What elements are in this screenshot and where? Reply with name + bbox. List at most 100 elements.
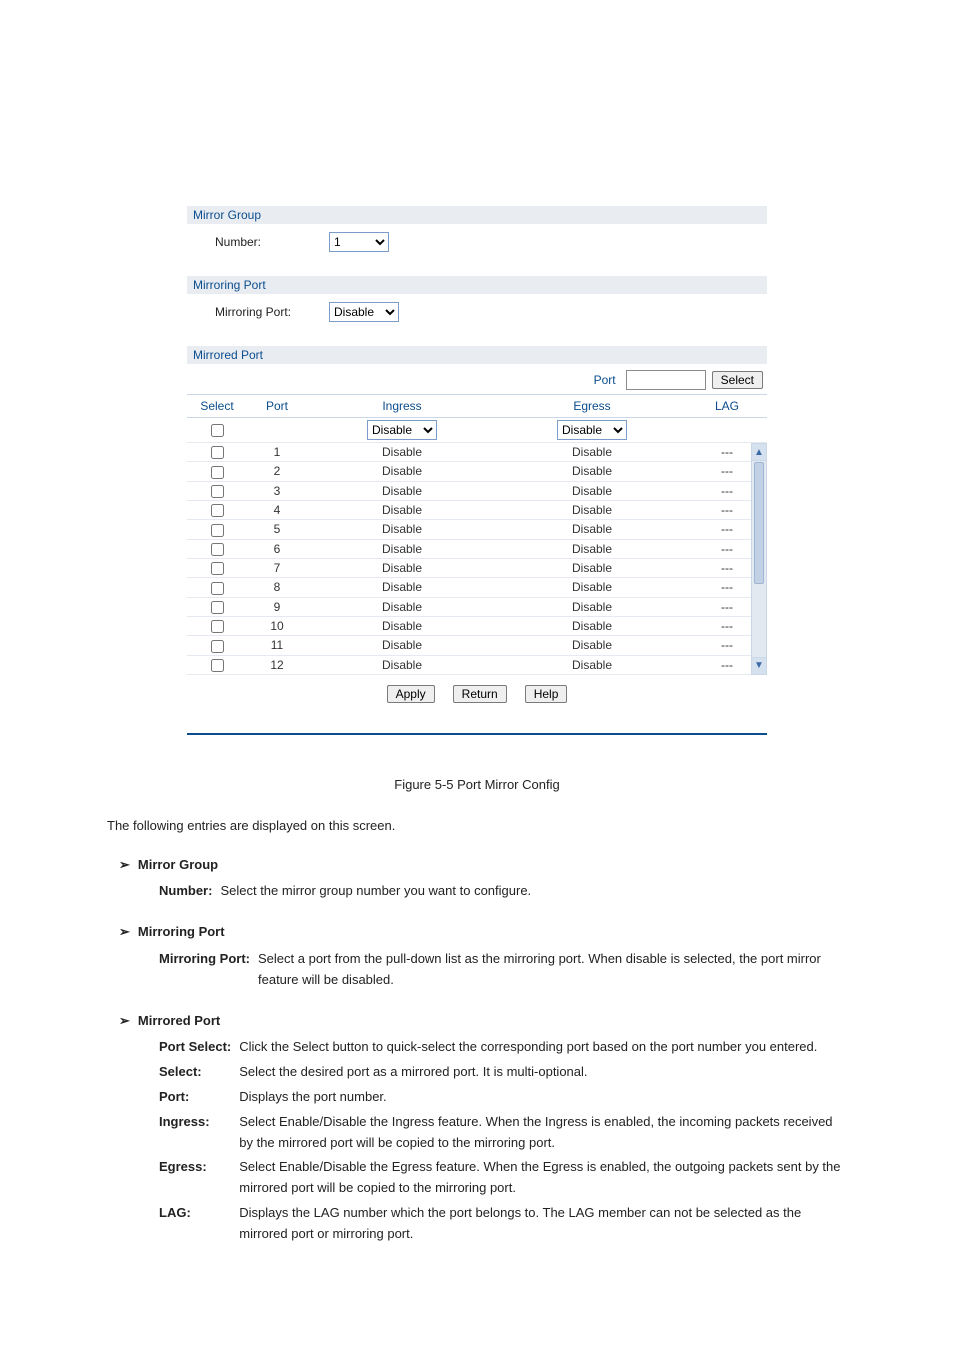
doc-item-key: Egress: <box>159 1155 239 1201</box>
row-select-checkbox[interactable] <box>211 466 224 479</box>
cell-egress: Disable <box>497 520 687 539</box>
header-egress-select[interactable]: Disable <box>557 420 627 440</box>
number-label: Number: <box>215 235 305 249</box>
documentation-text: Figure 5-5 Port Mirror Config The follow… <box>107 775 847 1247</box>
table-row: 12DisableDisable--- <box>187 655 767 674</box>
mirrored-port-table-header: Select Port Ingress Egress LAG Disable D… <box>187 395 767 443</box>
cell-egress: Disable <box>497 616 687 635</box>
doc-item-value: Select Enable/Disable the Ingress featur… <box>239 1110 847 1156</box>
cell-ingress: Disable <box>307 655 497 674</box>
section-mirroring-port: Mirroring Port <box>187 276 767 294</box>
doc-item: Number:Select the mirror group number yo… <box>159 879 531 904</box>
section-mirrored-port: Mirrored Port <box>187 346 767 364</box>
col-ingress: Ingress <box>307 395 497 418</box>
scroll-up-icon[interactable]: ▲ <box>752 444 766 461</box>
doc-item-value: Select a port from the pull-down list as… <box>258 947 847 993</box>
cell-port: 7 <box>247 558 307 577</box>
doc-item-key: LAG: <box>159 1201 239 1247</box>
port-search-label: Port <box>594 373 616 387</box>
cell-egress: Disable <box>497 443 687 462</box>
doc-lead: The following entries are displayed on t… <box>107 816 847 837</box>
row-select-checkbox[interactable] <box>211 582 224 595</box>
number-select[interactable]: 1 <box>329 232 389 252</box>
doc-section: ➢Mirroring PortMirroring Port:Select a p… <box>119 922 847 992</box>
row-select-checkbox[interactable] <box>211 524 224 537</box>
doc-item-key: Port Select: <box>159 1035 239 1060</box>
table-row: 8DisableDisable--- <box>187 578 767 597</box>
cell-egress: Disable <box>497 636 687 655</box>
cell-ingress: Disable <box>307 520 497 539</box>
cell-port: 6 <box>247 539 307 558</box>
bullet-arrow-icon: ➢ <box>119 857 130 872</box>
table-row: 9DisableDisable--- <box>187 597 767 616</box>
row-select-checkbox[interactable] <box>211 543 224 556</box>
vertical-scrollbar[interactable]: ▲ ▼ <box>751 443 767 675</box>
doc-item: Egress:Select Enable/Disable the Egress … <box>159 1155 847 1201</box>
row-select-checkbox[interactable] <box>211 504 224 517</box>
col-select: Select <box>187 395 247 418</box>
cell-port: 10 <box>247 616 307 635</box>
cell-ingress: Disable <box>307 597 497 616</box>
doc-item-key: Number: <box>159 879 220 904</box>
panel-bottom-rule <box>187 733 767 735</box>
row-select-checkbox[interactable] <box>211 446 224 459</box>
col-egress: Egress <box>497 395 687 418</box>
select-button[interactable]: Select <box>712 371 763 389</box>
doc-item: Port Select:Click the Select button to q… <box>159 1035 847 1060</box>
return-button[interactable]: Return <box>453 685 507 703</box>
table-row: 7DisableDisable--- <box>187 558 767 577</box>
table-row: 3DisableDisable--- <box>187 481 767 500</box>
cell-port: 9 <box>247 597 307 616</box>
cell-egress: Disable <box>497 481 687 500</box>
row-select-checkbox[interactable] <box>211 485 224 498</box>
table-row: 5DisableDisable--- <box>187 520 767 539</box>
scroll-down-icon[interactable]: ▼ <box>752 657 766 674</box>
cell-ingress: Disable <box>307 462 497 481</box>
cell-egress: Disable <box>497 539 687 558</box>
doc-item-key: Port: <box>159 1085 239 1110</box>
cell-port: 3 <box>247 481 307 500</box>
doc-item-key: Mirroring Port: <box>159 947 258 993</box>
row-select-checkbox[interactable] <box>211 620 224 633</box>
port-mirror-config-panel: Mirror Group Number: 1 Mirroring Port Mi… <box>187 206 767 735</box>
doc-section: ➢Mirrored Port Port Select:Click the Sele… <box>119 1011 847 1247</box>
doc-item: Port:Displays the port number. <box>159 1085 847 1110</box>
doc-item-value: Displays the port number. <box>239 1085 847 1110</box>
table-row: 4DisableDisable--- <box>187 500 767 519</box>
doc-item-value: Click the Select button to quick-select … <box>239 1035 847 1060</box>
cell-port: 5 <box>247 520 307 539</box>
col-lag: LAG <box>687 395 767 418</box>
header-ingress-select[interactable]: Disable <box>367 420 437 440</box>
row-select-checkbox[interactable] <box>211 659 224 672</box>
cell-egress: Disable <box>497 597 687 616</box>
mirrored-port-table-body: 1DisableDisable---2DisableDisable---3Dis… <box>187 443 767 675</box>
apply-button[interactable]: Apply <box>387 685 435 703</box>
help-button[interactable]: Help <box>525 685 568 703</box>
table-row: 1DisableDisable--- <box>187 443 767 462</box>
port-search-input[interactable] <box>626 370 706 390</box>
cell-port: 1 <box>247 443 307 462</box>
doc-item-value: Displays the LAG number which the port b… <box>239 1201 847 1247</box>
bullet-arrow-icon: ➢ <box>119 924 130 939</box>
doc-section-title: ➢Mirrored Port <box>119 1011 847 1032</box>
cell-port: 11 <box>247 636 307 655</box>
cell-port: 2 <box>247 462 307 481</box>
row-select-checkbox[interactable] <box>211 562 224 575</box>
table-row: 10DisableDisable--- <box>187 616 767 635</box>
doc-item: LAG:Displays the LAG number which the po… <box>159 1201 847 1247</box>
row-select-checkbox[interactable] <box>211 601 224 614</box>
row-select-checkbox[interactable] <box>211 640 224 653</box>
select-all-checkbox[interactable] <box>211 424 224 437</box>
cell-egress: Disable <box>497 578 687 597</box>
section-mirror-group: Mirror Group <box>187 206 767 224</box>
cell-ingress: Disable <box>307 616 497 635</box>
col-port: Port <box>247 395 307 418</box>
doc-item-key: Select: <box>159 1060 239 1085</box>
doc-item: Ingress:Select Enable/Disable the Ingres… <box>159 1110 847 1156</box>
scroll-thumb[interactable] <box>754 462 764 584</box>
doc-item-value: Select the desired port as a mirrored po… <box>239 1060 847 1085</box>
mirroring-port-select[interactable]: Disable <box>329 302 399 322</box>
doc-item-value: Select Enable/Disable the Egress feature… <box>239 1155 847 1201</box>
cell-ingress: Disable <box>307 636 497 655</box>
cell-ingress: Disable <box>307 539 497 558</box>
